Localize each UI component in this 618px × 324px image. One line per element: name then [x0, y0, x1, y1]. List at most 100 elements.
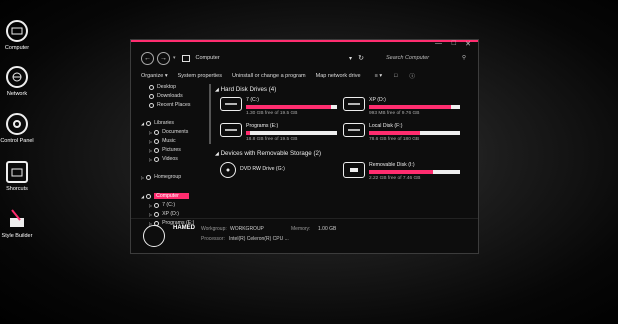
address-dropdown-icon[interactable]: ▾ — [349, 55, 352, 62]
computer-nav-icon — [146, 193, 152, 199]
group-label: Hard Disk Drives (4) — [220, 86, 277, 93]
removable-storage-header[interactable]: ◢ Devices with Removable Storage (2) — [215, 150, 321, 157]
drive-usage-fill — [369, 131, 420, 135]
processor-label: Processor: — [201, 236, 225, 242]
drive-name: Removable Disk (I:) — [369, 162, 415, 168]
computer-small-icon — [181, 54, 190, 62]
expand-arrow-icon: ▷ — [149, 202, 153, 208]
drive-icon — [154, 211, 160, 217]
nav-label: Libraries — [154, 120, 174, 126]
homegroup-icon — [146, 174, 152, 180]
search-placeholder: Search Computer — [386, 54, 430, 61]
nav-item-drive-c[interactable]: ▷ 7 (C:) — [149, 202, 175, 208]
desktop-icon-computer[interactable]: Computer — [0, 20, 34, 51]
search-icon: ⚲ — [461, 54, 466, 61]
nav-label: Music — [162, 138, 176, 144]
drive-tile-f[interactable]: Local Disk (F:) 78.6 GB free of 180 GB — [343, 123, 460, 142]
drive-tile-c[interactable]: 7 (C:) 1.30 GB free of 19.5 GB — [220, 97, 337, 116]
drive-free-space: 1.30 GB free of 19.5 GB — [246, 111, 298, 116]
hard-disk-drives-header[interactable]: ◢ Hard Disk Drives (4) — [215, 86, 276, 93]
workgroup-label: Workgroup: — [201, 226, 227, 232]
dvd-drive-icon — [220, 162, 236, 178]
back-arrow-icon: ← — [144, 54, 151, 62]
back-button[interactable]: ← — [141, 51, 154, 65]
downloads-icon — [149, 93, 154, 99]
nav-label: Desktop — [157, 84, 177, 90]
nav-label: Documents — [162, 129, 189, 135]
desktop-icon-label: Style Builder — [1, 233, 33, 239]
maximize-button[interactable]: □ — [452, 40, 456, 47]
details-pane: HAMED Workgroup: WORKGROUP Memory: 1.00 … — [131, 218, 478, 253]
expand-arrow-icon: ▷ — [149, 211, 153, 217]
nav-item-videos[interactable]: ▷ Videos — [149, 156, 178, 162]
drive-icon — [154, 202, 160, 208]
expand-arrow-icon: ▷ — [149, 138, 153, 144]
map-network-drive-button[interactable]: Map network drive — [316, 73, 361, 79]
help-icon[interactable]: ⓘ — [409, 72, 415, 80]
nav-item-libraries[interactable]: ◢ Libraries — [141, 120, 174, 126]
search-box[interactable]: Search Computer ⚲ — [386, 52, 466, 63]
hard-drive-icon — [220, 123, 242, 137]
forward-button[interactable]: → — [157, 51, 170, 65]
drive-name: 7 (C:) — [246, 97, 259, 103]
drive-usage-bar — [369, 131, 460, 135]
desktop-icon — [149, 84, 154, 90]
drive-free-space: 2.22 GB free of 7.46 GB — [369, 176, 421, 181]
nav-item-desktop[interactable]: Desktop — [149, 84, 176, 90]
expand-arrow-icon: ▷ — [149, 129, 153, 135]
workgroup-value: WORKGROUP — [230, 226, 264, 232]
drive-tile-d[interactable]: XP (D:) 993 MB free of 9.76 GB — [343, 97, 460, 116]
desktop-icon-label: Network — [6, 91, 28, 97]
drive-tile-i[interactable]: Removable Disk (I:) 2.22 GB free of 7.46… — [343, 162, 460, 181]
nav-label: XP (D:) — [162, 211, 179, 217]
drive-usage-fill — [246, 131, 250, 135]
drive-name: DVD RW Drive (G:) — [240, 166, 285, 172]
address-bar[interactable]: Computer — [196, 55, 220, 61]
view-options-icon[interactable]: ≡ ▾ — [375, 73, 383, 79]
organize-menu[interactable]: Organize ▾ — [141, 73, 168, 79]
drive-free-space: 78.6 GB free of 180 GB — [369, 137, 420, 142]
videos-icon — [154, 156, 160, 162]
collapse-arrow-icon: ◢ — [215, 87, 219, 93]
preview-pane-icon[interactable]: □ — [394, 73, 397, 79]
recent-places-icon — [149, 102, 154, 108]
nav-item-documents[interactable]: ▷ Documents — [149, 129, 188, 135]
forward-arrow-icon: → — [160, 54, 167, 62]
computer-large-icon — [143, 225, 165, 247]
removable-disk-icon — [343, 162, 365, 178]
close-button[interactable]: ✕ — [465, 40, 471, 48]
nav-item-computer[interactable]: ◢ Computer — [141, 193, 189, 199]
refresh-icon[interactable]: ↻ — [358, 54, 364, 62]
nav-label: Downloads — [157, 93, 183, 99]
nav-item-pictures[interactable]: ▷ Pictures — [149, 147, 181, 153]
drive-usage-fill — [246, 105, 331, 109]
nav-item-recent-places[interactable]: Recent Places — [149, 102, 190, 108]
drive-name: Programs (E:) — [246, 123, 279, 129]
desktop-icon-style-builder[interactable]: Style Builder — [0, 208, 34, 239]
drive-free-space: 993 MB free of 9.76 GB — [369, 111, 420, 116]
drive-tile-g[interactable]: DVD RW Drive (G:) — [220, 162, 285, 178]
nav-item-music[interactable]: ▷ Music — [149, 138, 176, 144]
drive-usage-bar — [369, 170, 460, 174]
drive-free-space: 18.8 GB free of 19.5 GB — [246, 137, 298, 142]
nav-label-selected: Computer — [154, 193, 189, 199]
uninstall-program-button[interactable]: Uninstall or change a program — [232, 73, 306, 79]
style-builder-icon — [6, 208, 28, 230]
documents-icon — [154, 129, 160, 135]
nav-label: 7 (C:) — [162, 202, 176, 208]
history-dropdown-icon[interactable]: ▾ — [173, 55, 176, 61]
nav-item-downloads[interactable]: Downloads — [149, 93, 183, 99]
minimize-button[interactable]: — — [435, 40, 442, 47]
drive-tile-e[interactable]: Programs (E:) 18.8 GB free of 19.5 GB — [220, 123, 337, 142]
memory-value: 1.00 GB — [318, 226, 337, 232]
desktop-icon-network[interactable]: Network — [0, 66, 34, 97]
memory-label: Memory: — [291, 226, 311, 232]
desktop-icon-shortcuts[interactable]: Shorcuts — [0, 161, 34, 192]
pictures-icon — [154, 147, 160, 153]
nav-scrollbar[interactable] — [209, 84, 211, 144]
nav-item-homegroup[interactable]: ▷ Homegroup — [141, 174, 181, 180]
nav-item-drive-d[interactable]: ▷ XP (D:) — [149, 211, 179, 217]
desktop-icon-control-panel[interactable]: Control Panel — [0, 113, 34, 144]
system-properties-button[interactable]: System properties — [178, 73, 222, 79]
control-panel-icon — [6, 113, 28, 135]
